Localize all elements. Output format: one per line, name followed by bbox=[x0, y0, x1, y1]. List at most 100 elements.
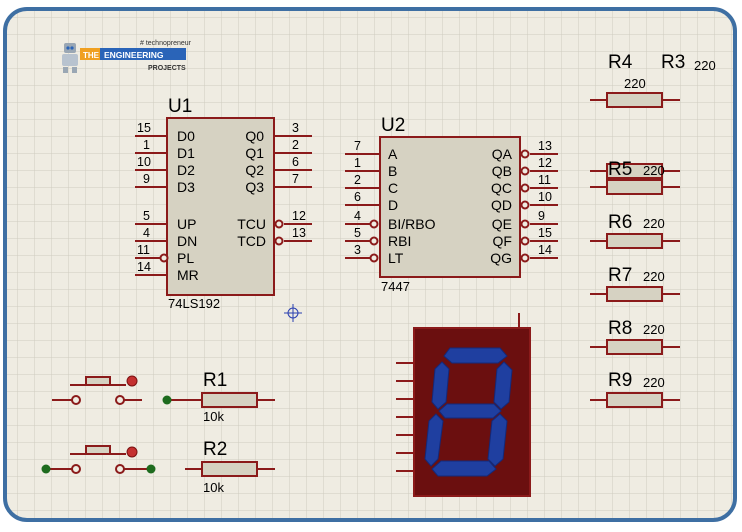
u1-pin-name: TCU bbox=[237, 216, 266, 232]
r1-ref: R1 bbox=[203, 370, 227, 391]
u2-pin-num: 11 bbox=[538, 173, 551, 187]
r6-ref: R6 bbox=[608, 212, 632, 233]
u1-pin-num: 4 bbox=[143, 226, 150, 240]
u2-pin-name: LT bbox=[388, 250, 404, 266]
u1-pin-num: 5 bbox=[143, 209, 150, 223]
r2-ref: R2 bbox=[203, 439, 227, 460]
u1-pin-name: PL bbox=[177, 250, 194, 266]
r4-body[interactable] bbox=[606, 92, 663, 108]
button-1-marker-icon bbox=[126, 375, 138, 387]
r8-value: 220 bbox=[643, 322, 665, 337]
u1-pin-num: 3 bbox=[292, 121, 299, 135]
r6-body[interactable] bbox=[606, 233, 663, 249]
u2-pin-num: 14 bbox=[538, 243, 552, 257]
u1-pl-bubble bbox=[159, 253, 169, 263]
u2-pin-name: RBI bbox=[388, 233, 411, 249]
u2-rbi-bubble bbox=[369, 236, 379, 246]
u1-pin-name: D2 bbox=[177, 162, 195, 178]
u2-lt-bubble bbox=[369, 253, 379, 263]
u2-pin-name: QF bbox=[493, 233, 512, 249]
u1-pin-num: 14 bbox=[137, 260, 151, 274]
u1-part: 74LS192 bbox=[168, 296, 220, 311]
u2-pin-num: 9 bbox=[538, 209, 545, 223]
r9-ref: R9 bbox=[608, 370, 632, 391]
r8-ref: R8 bbox=[608, 318, 632, 339]
logo-badge: THE bbox=[83, 51, 100, 60]
segment-f bbox=[431, 361, 450, 410]
r7-value: 220 bbox=[643, 269, 665, 284]
r2-value: 10k bbox=[203, 480, 224, 495]
u2-pin-num: 3 bbox=[354, 243, 361, 257]
logo-name: ENGINEERING bbox=[104, 50, 164, 60]
r4-ref: R4 bbox=[608, 52, 633, 73]
u1-pin-name: Q0 bbox=[245, 128, 264, 144]
u2-part: 7447 bbox=[381, 279, 410, 294]
u2-pin-num: 13 bbox=[538, 139, 552, 153]
button-2-junction-left bbox=[41, 464, 51, 474]
u2-pin-name: QD bbox=[491, 197, 512, 213]
button-2-marker-icon bbox=[126, 446, 138, 458]
seven-segment-display[interactable] bbox=[396, 313, 531, 497]
u1-pin-name: UP bbox=[177, 216, 196, 232]
schematic-svg: # technopreneur THE ENGINEERING PROJECTS… bbox=[3, 7, 737, 522]
u1-pin-name: MR bbox=[177, 267, 199, 283]
u1-tcd-bubble bbox=[274, 236, 284, 246]
u2-pin-name: C bbox=[388, 180, 398, 196]
r8-body[interactable] bbox=[606, 339, 663, 355]
r7-body[interactable] bbox=[606, 286, 663, 302]
segment-d bbox=[431, 460, 497, 477]
u2-pin-num: 5 bbox=[354, 226, 361, 240]
u1-pin-num: 1 bbox=[143, 138, 150, 152]
r3-ref: R3 bbox=[661, 52, 685, 73]
r9-value: 220 bbox=[643, 375, 665, 390]
u2-pin-name: A bbox=[388, 146, 398, 162]
u1-pin-name: Q2 bbox=[245, 162, 264, 178]
segment-g bbox=[438, 403, 502, 419]
r1-value: 10k bbox=[203, 409, 224, 424]
button-1-cap[interactable] bbox=[85, 376, 111, 386]
u1-ref: U1 bbox=[168, 96, 192, 117]
schematic-canvas: # technopreneur THE ENGINEERING PROJECTS… bbox=[0, 0, 742, 527]
u2-pin-num: 6 bbox=[354, 190, 361, 204]
u2-pin-num: 15 bbox=[538, 226, 552, 240]
u1-pin-num: 2 bbox=[292, 138, 299, 152]
u2-bi-bubble bbox=[369, 219, 379, 229]
r4-value: 220 bbox=[624, 76, 646, 91]
r1-junction bbox=[162, 395, 172, 405]
logo-sub: PROJECTS bbox=[148, 65, 186, 72]
r5-value: 220 bbox=[643, 163, 665, 178]
u2-pin-name: QC bbox=[491, 180, 512, 196]
u2-pin-num: 10 bbox=[538, 190, 552, 204]
r9-body[interactable] bbox=[606, 392, 663, 408]
u1-pin-name: Q3 bbox=[245, 179, 264, 195]
u1-pin-name: D1 bbox=[177, 145, 195, 161]
u1-pin-name: D0 bbox=[177, 128, 195, 144]
segment-a bbox=[443, 347, 508, 364]
u2-pin-name: D bbox=[388, 197, 398, 213]
r5-body[interactable] bbox=[606, 179, 663, 195]
u1-pin-num: 6 bbox=[292, 155, 299, 169]
segment-b bbox=[493, 361, 513, 410]
r6-value: 220 bbox=[643, 216, 665, 231]
u2-pin-name: QB bbox=[492, 163, 512, 179]
r2-body[interactable] bbox=[201, 461, 258, 477]
u1-pin-num: 9 bbox=[143, 172, 150, 186]
u1-pin-name: TCD bbox=[237, 233, 266, 249]
u2-pin-num: 4 bbox=[354, 209, 361, 223]
u2-pin-name: B bbox=[388, 163, 397, 179]
u1-pin-name: DN bbox=[177, 233, 197, 249]
u1-pin-num: 15 bbox=[137, 121, 151, 135]
u1-pin-num: 7 bbox=[292, 172, 299, 186]
u1-pin-num: 11 bbox=[137, 243, 150, 257]
u2-ref: U2 bbox=[381, 115, 405, 136]
u2-pin-name: QA bbox=[492, 146, 513, 162]
logo-tagline: # technopreneur bbox=[140, 40, 192, 47]
u1-tcu-bubble bbox=[274, 219, 284, 229]
u2-pin-num: 7 bbox=[354, 139, 361, 153]
r5-ref: R5 bbox=[608, 159, 632, 180]
r1-body[interactable] bbox=[201, 392, 258, 408]
button-2-cap[interactable] bbox=[85, 445, 111, 455]
u2-pin-name: BI/RBO bbox=[388, 216, 436, 232]
r3-value: 220 bbox=[694, 58, 716, 73]
r7-ref: R7 bbox=[608, 265, 632, 286]
